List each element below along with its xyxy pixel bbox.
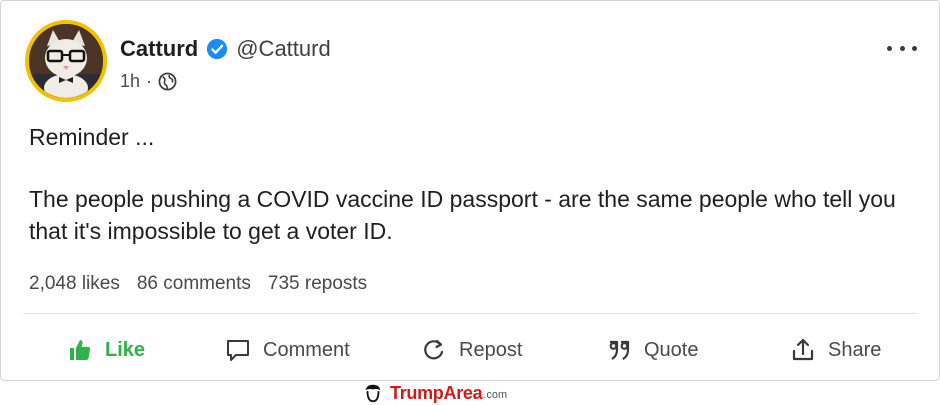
trump-logo-icon: [365, 384, 381, 403]
repost-icon: [424, 339, 444, 360]
post-body: Reminder ... The people pushing a COVID …: [29, 121, 919, 247]
comment-button[interactable]: Comment: [225, 329, 350, 371]
quote-label: Quote: [644, 338, 699, 361]
post-meta: 1h ·: [120, 71, 177, 92]
post-stats: 2,048 likes 86 comments 735 reposts: [29, 273, 384, 295]
watermark-name: TrumpArea: [390, 382, 483, 403]
action-bar: Like Comment Repost Quote Share: [1, 329, 940, 371]
author-row: Catturd @Catturd: [120, 34, 331, 64]
more-horizontal-icon: [887, 45, 892, 51]
author-name[interactable]: Catturd: [120, 36, 198, 62]
repost-label: Repost: [459, 338, 523, 361]
repost-button[interactable]: Repost: [421, 329, 522, 371]
quote-button[interactable]: Quote: [606, 329, 698, 371]
divider: [23, 313, 917, 314]
post-time[interactable]: 1h: [120, 71, 140, 92]
post-text-line: The people pushing a COVID vaccine ID pa…: [29, 186, 896, 244]
comments-count[interactable]: 86 comments: [137, 273, 251, 295]
author-handle[interactable]: @Catturd: [236, 36, 330, 62]
watermark: TrumpArea .com: [362, 381, 507, 405]
comment-label: Comment: [263, 338, 350, 361]
globe-icon: [158, 72, 177, 91]
like-button[interactable]: Like: [67, 329, 145, 371]
reposts-count[interactable]: 735 reposts: [268, 273, 367, 295]
verified-badge-icon: [206, 38, 228, 60]
post-text-line: Reminder ...: [29, 124, 155, 150]
like-label: Like: [105, 338, 146, 361]
quote-icon: [609, 340, 630, 360]
avatar[interactable]: [25, 20, 107, 102]
more-options-button[interactable]: [887, 41, 917, 55]
likes-count[interactable]: 2,048 likes: [29, 273, 120, 295]
share-icon: [792, 338, 814, 361]
share-label: Share: [828, 338, 882, 361]
cat-avatar-image: [29, 24, 103, 98]
thumbs-up-icon: [70, 340, 91, 360]
comment-icon: [227, 340, 249, 361]
meta-separator: ·: [146, 71, 153, 91]
share-button[interactable]: Share: [790, 329, 881, 371]
watermark-domain: .com: [483, 389, 508, 401]
post-card: Catturd @Catturd 1h · Reminder ... The p…: [0, 0, 940, 381]
